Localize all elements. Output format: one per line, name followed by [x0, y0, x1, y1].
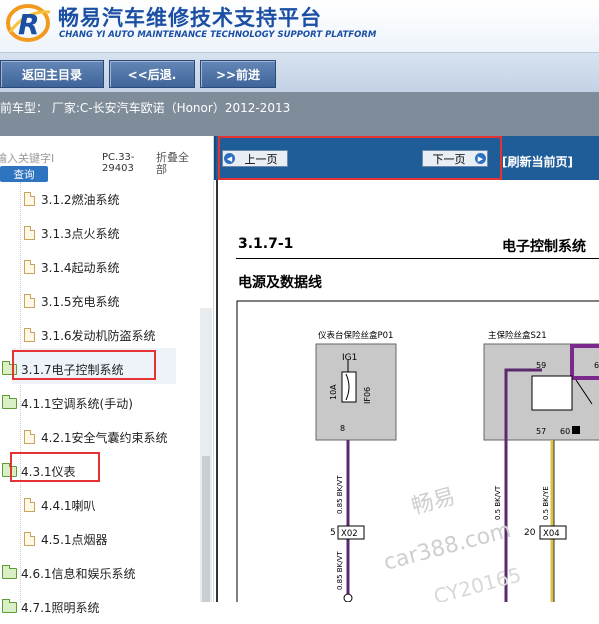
section-number: 3.1.7-1	[238, 236, 294, 252]
current-model-text: 前车型： 厂家:C-长安汽车欧诺（Honor）2012-2013	[0, 101, 291, 115]
folder-icon	[2, 564, 17, 579]
relay-rect	[531, 375, 573, 411]
document-page: 3.1.7-1 电子控制系统 电源及数据线 仪表台保险丝盒P01 IG1 10A…	[216, 180, 599, 602]
x02-pin: 5	[330, 528, 336, 538]
highlight-box-electronic-control	[12, 350, 156, 380]
document-icon	[24, 430, 35, 444]
tree-item-label: 3.1.4起动系统	[41, 260, 120, 275]
x04-label: X04	[543, 529, 560, 539]
tree-item-label: 4.4.1喇叭	[41, 498, 96, 513]
wiring-diagram: 仪表台保险丝盒P01 IG1 10A IF06 8 主保险丝盒S21 59 6 …	[236, 300, 599, 602]
tree-item[interactable]: 4.1.1空调系统(手动)	[2, 386, 133, 420]
tree-item[interactable]: 4.2.1安全气囊约束系统	[24, 420, 168, 454]
wire-right-label: 0.5 BK/YE	[542, 486, 550, 520]
watermark-code: CY20165	[431, 562, 524, 602]
right-box-label: 主保险丝盒S21	[488, 330, 547, 341]
nav-bar: 返回主目录 <<后退. >>前进	[0, 52, 599, 92]
app-header: R 畅易汽车维修技术支持平台 CHANG YI AUTO MAINTENANCE…	[0, 0, 599, 52]
pin-60: 60	[560, 427, 570, 436]
search-area: 输入关键字I 查询 PC.33-29403 折叠全部	[0, 140, 214, 182]
document-icon	[24, 192, 35, 206]
pager-bar: ◀ 上一页 下一页 ▶ [刷新当前页]	[214, 136, 599, 180]
folder-icon	[2, 598, 17, 613]
platform-title: 畅易汽车维修技术支持平台	[58, 6, 322, 30]
pc-code: PC.33-29403	[102, 152, 135, 174]
tree-item[interactable]: 3.1.3点火系统	[24, 216, 120, 250]
back-button[interactable]: <<后退.	[109, 60, 195, 88]
home-button[interactable]: 返回主目录	[0, 60, 104, 88]
sub-title: 电源及数据线	[238, 275, 322, 291]
sidebar-scrollbar-thumb[interactable]	[202, 456, 210, 602]
tree-item-label: 3.1.2燃油系统	[41, 192, 120, 207]
pin-8: 8	[340, 424, 345, 433]
search-input[interactable]: 输入关键字I	[0, 150, 78, 166]
ig1-label: IG1	[342, 353, 357, 363]
document-icon	[24, 294, 35, 308]
document-icon	[24, 498, 35, 512]
tree-item-label: 3.1.6发动机防盗系统	[41, 328, 156, 343]
forward-button[interactable]: >>前进	[200, 60, 276, 88]
watermark-url: car388.com	[381, 518, 514, 576]
section-divider	[236, 258, 599, 259]
collapse-all-button[interactable]: 折叠全部	[156, 152, 196, 176]
tree-item[interactable]: 3.1.2燃油系统	[24, 182, 120, 216]
fuse-id: IF06	[363, 387, 372, 404]
document-icon	[24, 328, 35, 342]
watermark-cn: 畅易	[409, 484, 458, 520]
query-button[interactable]: 查询	[0, 166, 48, 182]
platform-subtitle: CHANG YI AUTO MAINTENANCE TECHNOLOGY SUP…	[59, 30, 377, 40]
refresh-page-link[interactable]: [刷新当前页]	[502, 153, 573, 170]
tree-item[interactable]: 3.1.4起动系统	[24, 250, 120, 284]
document-icon	[24, 226, 35, 240]
tree-item-label: 3.1.3点火系统	[41, 226, 120, 241]
folder-icon	[2, 394, 17, 409]
highlight-box-pager	[218, 136, 502, 180]
main-content: ◀ 上一页 下一页 ▶ [刷新当前页] 3.1.7-1 电子控制系统 电源及数据…	[214, 136, 599, 602]
pin-57: 57	[536, 427, 546, 436]
wire-left-label2: 0.85 BK/VT	[336, 551, 344, 590]
document-icon	[24, 532, 35, 546]
document-icon	[24, 260, 35, 274]
tree-item[interactable]: 4.6.1信息和娱乐系统	[2, 556, 136, 590]
wire-left-label: 0.85 BK/VT	[336, 475, 344, 514]
tree-item-label: 4.6.1信息和娱乐系统	[21, 566, 136, 581]
tree-item[interactable]: 4.5.1点烟器	[24, 522, 108, 556]
tree-item[interactable]: 3.1.5充电系统	[24, 284, 120, 318]
highlight-box-instrument	[10, 452, 100, 482]
tree-item-label: 4.1.1空调系统(手动)	[21, 396, 133, 411]
svg-text:R: R	[18, 8, 40, 41]
pin-60-marker	[572, 426, 580, 434]
sidebar: 输入关键字I 查询 PC.33-29403 折叠全部 3.1.2燃油系统 3.1.…	[0, 136, 214, 615]
splice-point	[343, 593, 353, 602]
left-box-label: 仪表台保险丝盒P01	[318, 330, 393, 341]
tree-item[interactable]: 4.4.1喇叭	[24, 488, 96, 522]
pin-6: 6	[594, 361, 599, 370]
wire-mid-label: 0.5 BK/VT	[494, 485, 502, 520]
tree-item-label: 4.7.1照明系统	[21, 600, 100, 615]
changyi-logo-icon: R	[6, 4, 51, 42]
x04-pin: 20	[524, 528, 536, 538]
x02-label: X02	[341, 529, 358, 539]
model-bar: 前车型： 厂家:C-长安汽车欧诺（Honor）2012-2013	[0, 92, 599, 136]
fuse-rating: 10A	[329, 384, 338, 400]
section-title: 电子控制系统	[502, 239, 586, 255]
tree-item-label: 3.1.5充电系统	[41, 294, 120, 309]
tree-item[interactable]: 3.1.6发动机防盗系统	[24, 318, 156, 352]
tree-item-label: 4.2.1安全气囊约束系统	[41, 430, 168, 445]
tree-item-label: 4.5.1点烟器	[41, 532, 108, 547]
tree-item[interactable]: 4.7.1照明系统	[2, 590, 100, 624]
